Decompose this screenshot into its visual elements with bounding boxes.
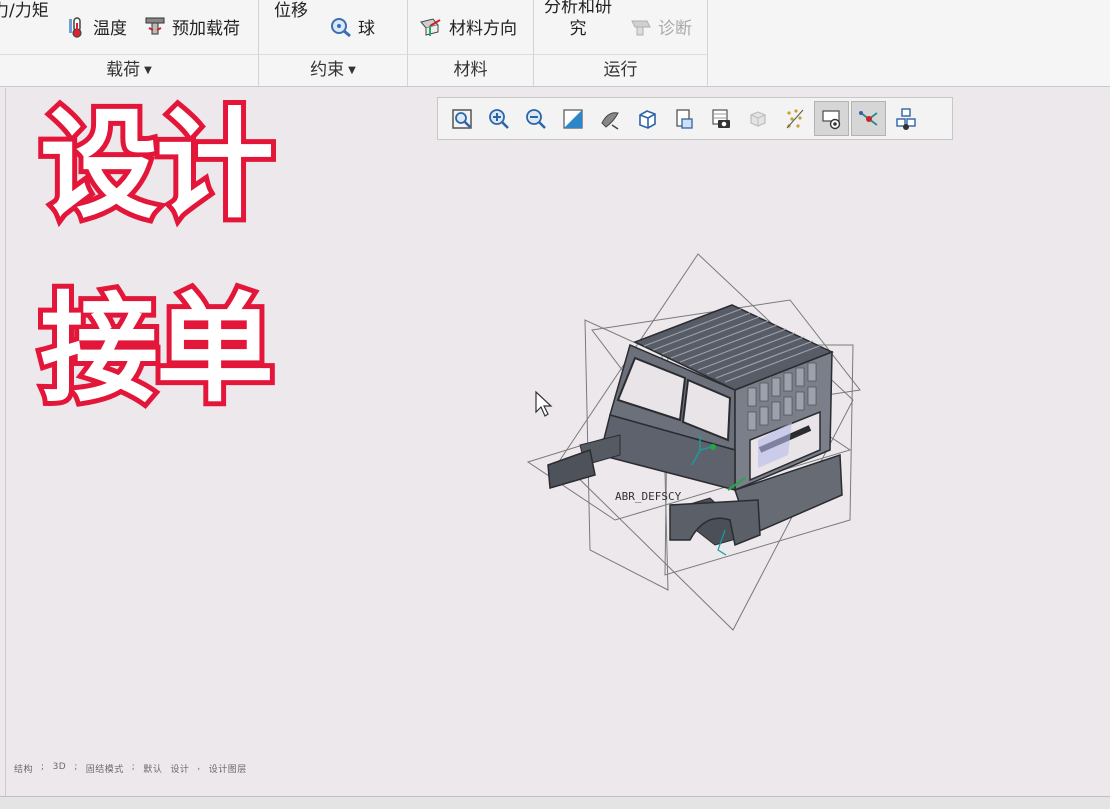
- saved-orientations-button[interactable]: [629, 101, 664, 136]
- status-separator: ;: [41, 762, 45, 772]
- refit-icon: [451, 108, 472, 129]
- perspective-view-button[interactable]: [703, 101, 738, 136]
- spin-center-button[interactable]: [740, 101, 775, 136]
- datum-display-filters-button[interactable]: [777, 101, 812, 136]
- zoom-out-icon: [525, 108, 546, 129]
- truck-cab-frame-model: ABR_DEFSCY: [526, 253, 861, 631]
- overlay-text-line2: 接单: [35, 280, 279, 418]
- ball-constraint-icon: [329, 16, 353, 38]
- ribbon-group-materials-label: 材料: [408, 57, 533, 83]
- diagnostics-button[interactable]: 诊断: [629, 14, 692, 39]
- run-group-text: 运行: [603, 60, 638, 80]
- status-item: 默认: [143, 765, 163, 775]
- diagnostics-icon: [629, 16, 653, 38]
- preload-label: 预加载荷: [172, 19, 240, 39]
- camera-icon: [711, 108, 730, 128]
- repaint-icon: [562, 108, 583, 129]
- status-separator: ;: [74, 762, 78, 772]
- status-separator: ;: [131, 762, 136, 772]
- material-orientation-label: 材料方向: [449, 19, 517, 39]
- bottom-bar: [0, 796, 1110, 809]
- refit-view-button[interactable]: [444, 101, 479, 136]
- thermometer-icon: [66, 16, 88, 38]
- status-bar: 结构 ; 3D ; 固结模式 ; 默认 设计 , 设计图层: [14, 762, 247, 775]
- repaint-button[interactable]: [555, 101, 590, 136]
- material-orientation-button[interactable]: 材料方向: [418, 14, 517, 39]
- displacement-button[interactable]: 位移: [274, 0, 308, 21]
- force-moment-label: 力/力矩: [0, 1, 49, 21]
- materials-group-text: 材料: [453, 60, 488, 80]
- ribbon-group-constraints: 位移 球 约束 ▼: [259, 0, 408, 86]
- annotation-display-button[interactable]: [814, 101, 849, 136]
- temperature-label: 温度: [93, 19, 127, 39]
- display-style-icon: [600, 111, 619, 130]
- graphics-left-edge: [0, 88, 6, 796]
- status-item: 3D: [52, 762, 67, 772]
- status-item: 设计: [170, 765, 190, 775]
- status-item: 设计图层: [208, 765, 247, 775]
- model-display-button[interactable]: [888, 101, 923, 136]
- csys-label: ABR_DEFSCY: [615, 490, 682, 503]
- ball-label: 球: [358, 19, 375, 39]
- ribbon-group-run-label: 运行: [534, 57, 707, 83]
- status-separator: ,: [197, 762, 201, 772]
- mouse-cursor-icon: [534, 390, 554, 422]
- zoom-in-icon: [488, 108, 509, 129]
- ribbon-group-run: 分析和研 究 诊断 运行: [534, 0, 708, 86]
- ribbon-group-loads-label[interactable]: 载荷 ▼: [0, 57, 258, 83]
- status-item: 结构: [14, 765, 34, 775]
- status-item: 固结模式: [85, 765, 124, 775]
- datum-axis-display-button[interactable]: [851, 101, 886, 136]
- displacement-label: 位移: [274, 1, 308, 21]
- analyses-studies-label-line2: 究: [569, 19, 587, 39]
- 3d-model-viewport[interactable]: ABR_DEFSCY: [520, 250, 870, 644]
- datum-points-icon: [786, 108, 803, 128]
- material-orientation-icon: [418, 16, 444, 38]
- preload-button[interactable]: 预加载荷: [143, 14, 240, 39]
- ball-button[interactable]: 球: [329, 14, 375, 39]
- analyses-studies-label-line1: 分析和研: [544, 0, 612, 17]
- diagnostics-label: 诊断: [658, 19, 692, 39]
- graphics-toolbar: [437, 97, 953, 140]
- constraints-group-text: 约束: [310, 60, 345, 80]
- preload-bolt-icon: [143, 16, 167, 38]
- annotation-display-icon: [821, 109, 840, 129]
- ribbon-group-materials: 材料方向 材料: [408, 0, 534, 86]
- display-style-button[interactable]: [592, 101, 627, 136]
- loads-group-text: 载荷: [106, 60, 141, 80]
- spin-center-icon: [749, 110, 766, 127]
- zoom-in-button[interactable]: [481, 101, 516, 136]
- ribbon-group-constraints-label[interactable]: 约束 ▼: [259, 57, 407, 83]
- ribbon: 力/力矩 温度 预加载荷 载荷 ▼ 位移 球 约束 ▼ 材料方向 材料 分析和研…: [0, 0, 1110, 87]
- model-tree-display-icon: [895, 107, 916, 130]
- view-manager-icon: [675, 108, 693, 129]
- temperature-button[interactable]: 温度: [66, 14, 127, 39]
- cube-view-icon: [638, 109, 656, 129]
- analyses-studies-button[interactable]: 分析和研 究: [544, 0, 612, 40]
- datum-axis-icon: [858, 110, 878, 126]
- view-manager-button[interactable]: [666, 101, 701, 136]
- cab-body: [547, 343, 843, 547]
- chevron-down-icon: ▼: [348, 65, 356, 76]
- ribbon-group-loads: 力/力矩 温度 预加载荷 载荷 ▼: [0, 0, 259, 86]
- zoom-out-button[interactable]: [518, 101, 553, 136]
- overlay-text-line1: 设计: [35, 96, 279, 234]
- force-moment-button[interactable]: 力/力矩: [0, 0, 49, 21]
- ribbon-divider: [0, 54, 708, 55]
- chevron-down-icon: ▼: [144, 65, 152, 76]
